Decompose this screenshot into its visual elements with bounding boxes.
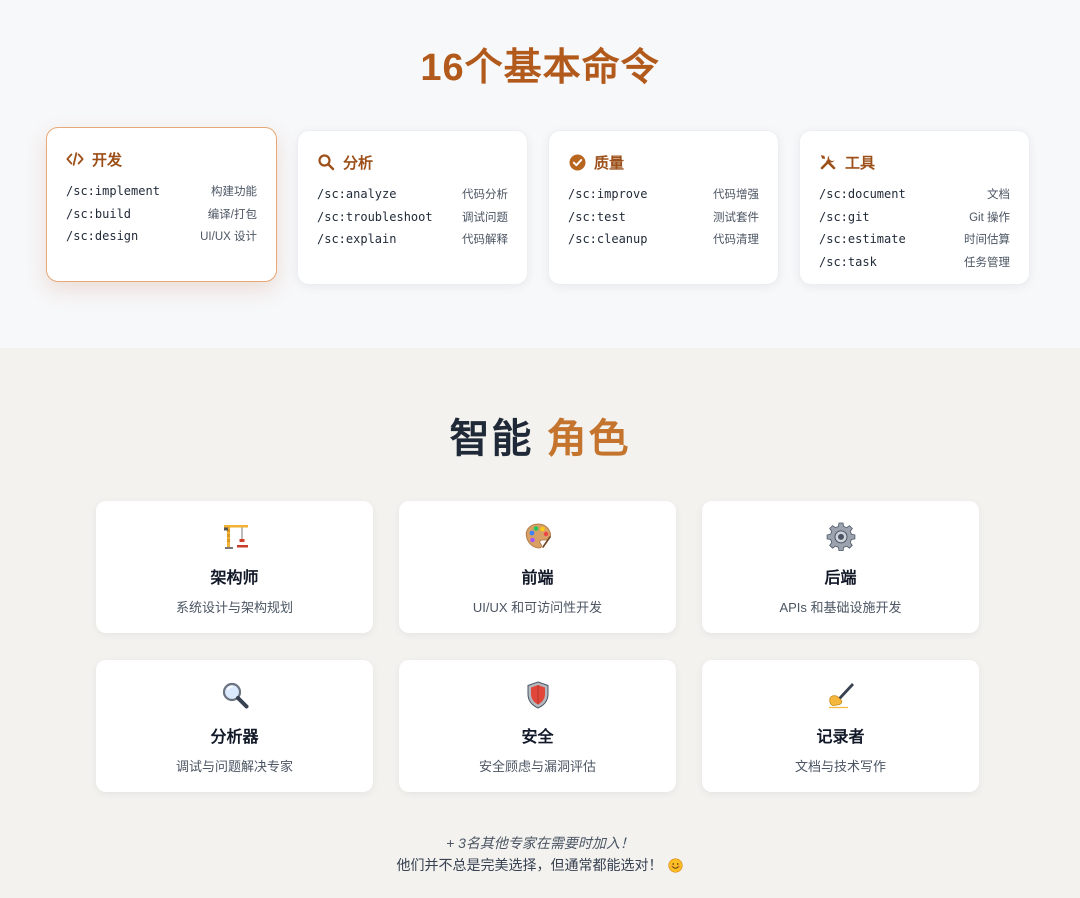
role-card-frontend[interactable]: 前端 UI/UX 和可访问性开发: [399, 501, 676, 633]
command-code: /sc:troubleshoot: [317, 209, 433, 224]
card-header: 工具: [819, 151, 1010, 173]
role-name: 后端: [824, 570, 857, 587]
command-desc: 构建功能: [211, 186, 257, 199]
tools-icon: [819, 153, 837, 171]
role-name: 安全: [521, 729, 554, 746]
command-card-tools[interactable]: 工具 /sc:document 文档 /sc:git Git 操作 /sc:esti…: [799, 130, 1030, 285]
command-code: /sc:cleanup: [568, 232, 648, 247]
command-desc: 代码解释: [462, 234, 508, 247]
command-code: /sc:analyze: [317, 187, 397, 202]
writing-hand-icon: [702, 678, 979, 712]
command-row[interactable]: /sc:estimate 时间估算: [819, 228, 1010, 251]
command-code: /sc:task: [819, 254, 877, 269]
command-desc: 文档: [987, 189, 1010, 202]
command-card-quality[interactable]: 质量 /sc:improve 代码增强 /sc:test 测试套件 /sc:clea…: [548, 130, 779, 285]
command-code: /sc:implement: [66, 184, 160, 199]
command-row[interactable]: /sc:build 编译/打包: [66, 203, 257, 226]
role-desc: UI/UX 和可访问性开发: [472, 600, 603, 615]
command-row[interactable]: /sc:analyze 代码分析: [317, 183, 508, 206]
command-desc: 代码分析: [462, 189, 508, 202]
role-name: 分析器: [210, 729, 259, 746]
card-header: 质量: [568, 151, 759, 173]
artist-palette-icon: [399, 519, 676, 553]
role-card-writer[interactable]: 记录者 文档与技术写作: [702, 660, 979, 792]
command-desc: 任务管理: [964, 256, 1010, 269]
command-desc: 代码清理: [713, 234, 759, 247]
code-icon: [66, 150, 84, 168]
roles-title: 智能 角色: [0, 406, 1080, 464]
command-card-develop[interactable]: 开发 /sc:implement 构建功能 /sc:build 编译/打包 /sc:…: [46, 127, 277, 282]
command-desc: 编译/打包: [207, 208, 257, 221]
command-desc: 调试问题: [462, 211, 508, 224]
command-row[interactable]: /sc:troubleshoot 调试问题: [317, 206, 508, 229]
commands-section: 16个基本命令 开发 /sc:implement 构建功能 /sc:build 编译…: [0, 0, 1080, 348]
command-desc: 测试套件: [713, 211, 759, 224]
search-icon: [317, 153, 335, 171]
check-circle-icon: [568, 153, 586, 171]
command-row[interactable]: /sc:task 任务管理: [819, 251, 1010, 274]
role-desc: 文档与技术写作: [794, 759, 886, 774]
command-row[interactable]: /sc:test 测试套件: [568, 206, 759, 229]
command-row[interactable]: /sc:explain 代码解释: [317, 228, 508, 251]
gear-icon: [702, 519, 979, 553]
role-card-architect[interactable]: 架构师 系统设计与架构规划: [96, 501, 373, 633]
command-row[interactable]: /sc:design UI/UX 设计: [66, 225, 257, 248]
command-row[interactable]: /sc:implement 构建功能: [66, 180, 257, 203]
command-desc: Git 操作: [969, 211, 1010, 224]
footnote-line1: + 3名其他专家在需要时加入！: [446, 835, 634, 851]
smiling-face-icon: [668, 857, 683, 879]
card-header: 分析: [317, 151, 508, 173]
role-desc: 系统设计与架构规划: [175, 600, 293, 615]
role-card-security[interactable]: 安全 安全顾虑与漏洞评估: [399, 660, 676, 792]
card-title: 分析: [343, 154, 374, 172]
role-name: 前端: [521, 570, 554, 587]
command-code: /sc:estimate: [819, 232, 906, 247]
role-desc: 调试与问题解决专家: [175, 759, 293, 774]
role-name: 记录者: [816, 729, 865, 746]
role-desc: 安全顾虑与漏洞评估: [478, 759, 596, 774]
card-title: 质量: [594, 154, 625, 172]
footnote-line2-wrap: 他们并不总是完美选择，但通常都能选对！: [0, 854, 1080, 879]
command-row[interactable]: /sc:cleanup 代码清理: [568, 228, 759, 251]
command-desc: UI/UX 设计: [200, 231, 257, 244]
command-row[interactable]: /sc:git Git 操作: [819, 206, 1010, 229]
roles-title-part2: 角色: [546, 417, 631, 461]
command-code: /sc:document: [819, 187, 906, 202]
command-desc: 代码增强: [713, 189, 759, 202]
commands-title: 16个基本命令: [420, 47, 660, 89]
command-code: /sc:test: [568, 209, 626, 224]
command-code: /sc:build: [66, 206, 132, 221]
command-row[interactable]: /sc:improve 代码增强: [568, 183, 759, 206]
magnifying-glass-icon: [96, 678, 373, 712]
roles-title-part1: 智能: [449, 417, 534, 461]
card-title: 开发: [92, 151, 123, 169]
card-header: 开发: [66, 148, 257, 170]
command-code: /sc:explain: [317, 232, 397, 247]
role-card-backend[interactable]: 后端 APIs 和基础设施开发: [702, 501, 979, 633]
command-code: /sc:git: [819, 209, 870, 224]
role-desc: APIs 和基础设施开发: [779, 600, 902, 615]
card-title: 工具: [845, 154, 876, 172]
command-code: /sc:design: [66, 229, 139, 244]
construction-crane-icon: [96, 519, 373, 553]
roles-footnote: + 3名其他专家在需要时加入！ 他们并不总是完美选择，但通常都能选对！: [0, 832, 1080, 879]
shield-icon: [399, 678, 676, 712]
role-card-analyzer[interactable]: 分析器 调试与问题解决专家: [96, 660, 373, 792]
command-code: /sc:improve: [568, 187, 648, 202]
role-name: 架构师: [210, 570, 259, 587]
command-desc: 时间估算: [964, 234, 1010, 247]
command-row[interactable]: /sc:document 文档: [819, 183, 1010, 206]
command-card-analyze[interactable]: 分析 /sc:analyze 代码分析 /sc:troubleshoot 调试问题 …: [297, 130, 528, 285]
footnote-line2: 他们并不总是完美选择，但通常都能选对！: [396, 857, 663, 873]
roles-section: 智能 角色 架构师 系统设计与架构规划 前端 UI/UX 和可访问性开发 后端 …: [0, 348, 1080, 898]
